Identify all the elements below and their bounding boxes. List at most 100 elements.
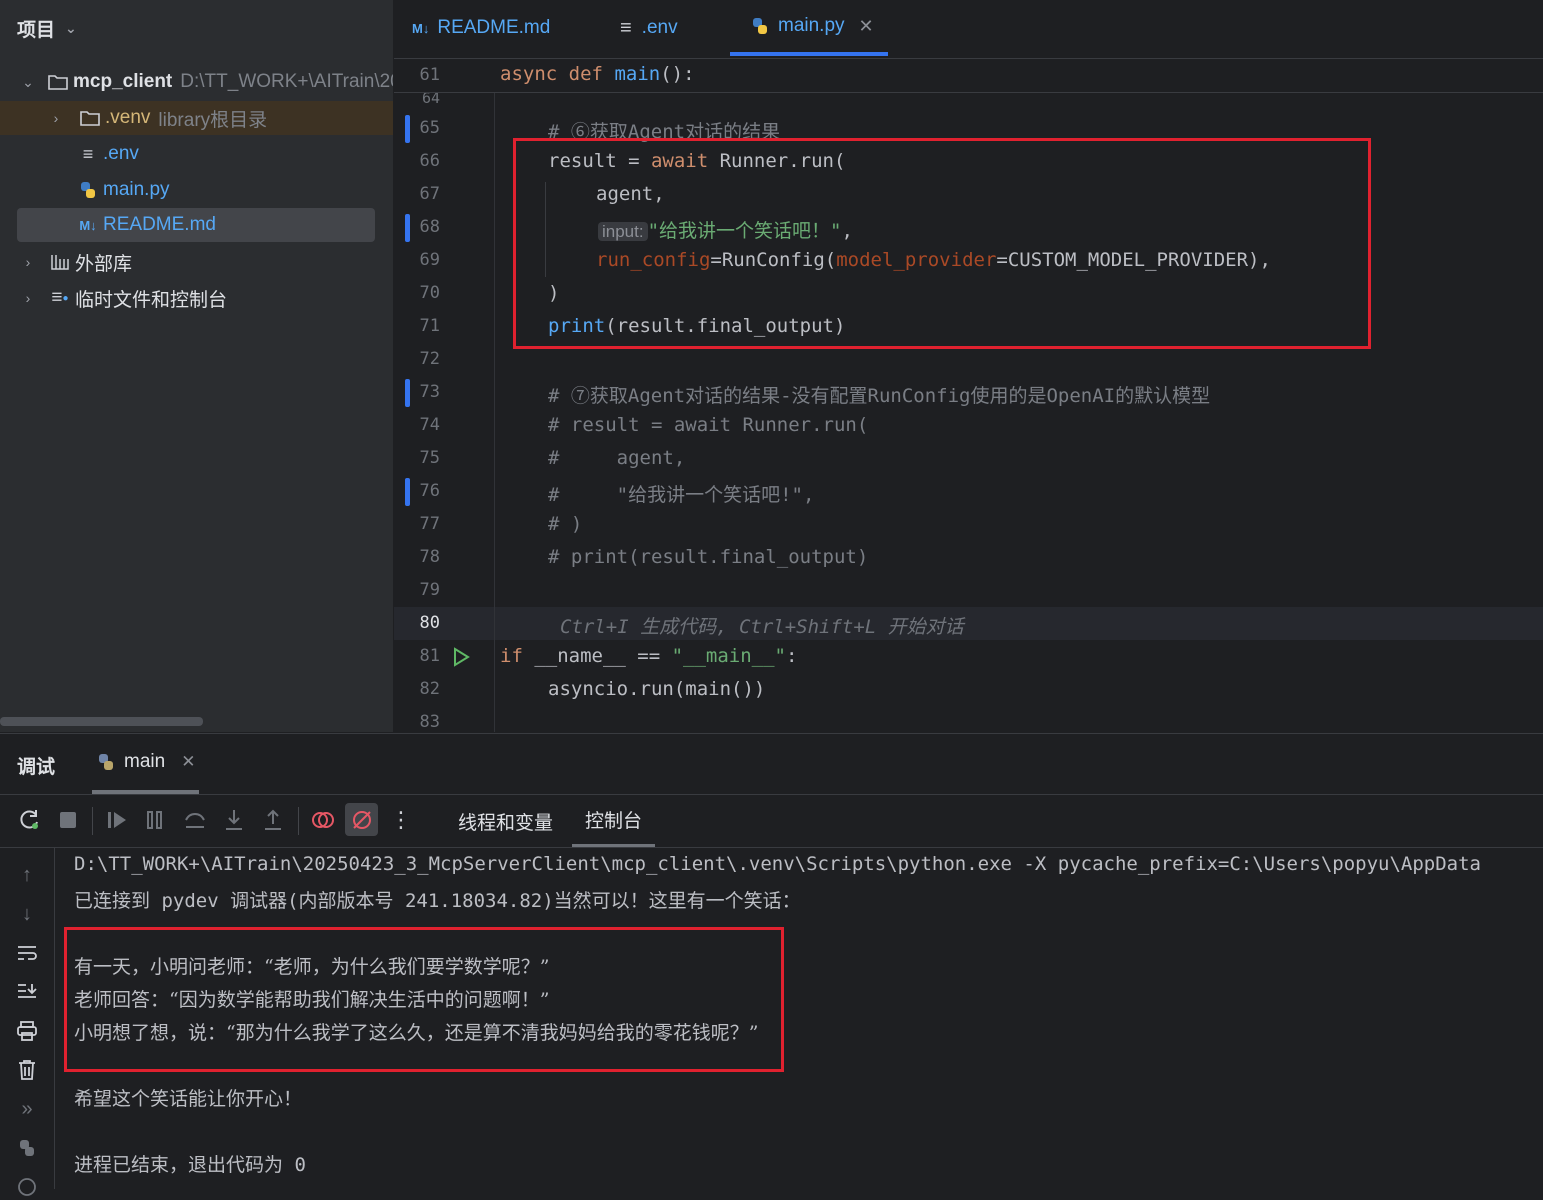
debug-toolbar: ⋮ 线程和变量 控制台 <box>0 795 1543 848</box>
console-line: 希望这个笑话能让你开心！ <box>74 1088 303 1110</box>
tree-item-readme[interactable]: M↓ README.md <box>17 208 375 242</box>
change-marker <box>405 214 410 242</box>
readme-file-name: README.md <box>103 214 216 235</box>
line-number: 78 <box>419 547 440 567</box>
chevron-down-icon: ⌄ <box>65 19 77 36</box>
chevron-right-icon: › <box>25 290 31 306</box>
print-icon[interactable] <box>14 1018 40 1044</box>
arrow-up-icon[interactable]: ↑ <box>14 862 40 888</box>
line-number: 76 <box>419 481 440 501</box>
line-number: 77 <box>419 514 440 534</box>
run-gutter-icon[interactable] <box>451 647 471 672</box>
tree-item-external-libraries[interactable]: › 外部库 <box>0 245 393 279</box>
tree-item-root[interactable]: ⌄ mcp_client D:\TT_WORK+\AITrain\20 <box>0 65 394 99</box>
change-marker <box>405 379 410 407</box>
console-line: 已连接到 pydev 调试器(内部版本号 241.18034.82)当然可以！这… <box>74 890 801 912</box>
code-line: # "给我讲一个笑话吧!", <box>548 484 815 506</box>
more-options-icon[interactable]: ⋮ <box>386 805 416 835</box>
line-number: 83 <box>419 712 440 732</box>
line-number: 65 <box>419 118 440 138</box>
soft-wrap-icon[interactable] <box>14 940 40 966</box>
mute-breakpoints-icon[interactable] <box>345 803 378 836</box>
code-line: # ) <box>548 513 583 535</box>
python-icon <box>750 16 770 36</box>
debug-panel: 调试 main ✕ ⋮ 线程和变量 控制台 ↑ ↓ » D:\TT_WORK+\… <box>0 733 1543 1196</box>
sidebar-scrollbar[interactable] <box>0 717 203 726</box>
pause-icon[interactable] <box>140 805 170 835</box>
tab-threads-variables[interactable]: 线程和变量 <box>458 795 553 847</box>
tab-readme[interactable]: M↓ README.md <box>412 0 550 56</box>
step-out-icon[interactable] <box>258 805 288 835</box>
tree-item-env[interactable]: ≡ .env <box>0 137 393 171</box>
line-number: 81 <box>419 646 440 666</box>
close-icon[interactable]: ✕ <box>181 752 195 772</box>
main-py-file-name: main.py <box>103 179 170 200</box>
tab-env-label: .env <box>641 17 678 38</box>
project-panel-header[interactable]: 项目 ⌄ <box>17 14 77 42</box>
resume-icon[interactable] <box>102 805 132 835</box>
root-folder-path: D:\TT_WORK+\AITrain\20 <box>180 71 394 92</box>
python-icon <box>76 180 100 200</box>
code-line: if __name__ == "__main__": <box>500 645 798 667</box>
code-line: asyncio.run(main()) <box>548 678 766 700</box>
scratches-label: 临时文件和控制台 <box>75 289 228 311</box>
tab-readme-label: README.md <box>437 17 551 38</box>
tree-item-venv[interactable]: › .venv library根目录 <box>0 101 393 135</box>
line-number: 75 <box>419 448 440 468</box>
line-number: 79 <box>419 580 440 600</box>
step-over-icon[interactable] <box>180 805 210 835</box>
root-folder-name: mcp_client <box>73 71 173 92</box>
step-into-icon[interactable] <box>219 805 249 835</box>
editor-tab-bar: M↓ README.md ≡ .env main.py ✕ <box>394 0 1543 59</box>
chevron-right-icon: › <box>53 110 59 126</box>
code-line: # result = await Runner.run( <box>548 414 869 436</box>
line-number: 74 <box>419 415 440 435</box>
external-libraries-label: 外部库 <box>75 253 133 275</box>
line-number: 67 <box>419 184 440 204</box>
arrow-down-icon[interactable]: ↓ <box>14 901 40 927</box>
tab-env[interactable]: ≡ .env <box>620 0 678 56</box>
text-file-icon: ≡ <box>620 16 632 39</box>
sticky-header[interactable]: 61 async def main(): <box>394 59 1543 93</box>
close-icon[interactable]: ✕ <box>859 16 874 37</box>
line-number: 70 <box>419 283 440 303</box>
ai-hint-line: Ctrl+I 生成代码, Ctrl+Shift+L 开始对话 <box>560 616 964 638</box>
rerun-icon[interactable] <box>15 805 45 835</box>
sticky-code: async def main(): <box>500 63 695 85</box>
line-number: 72 <box>419 349 440 369</box>
change-marker <box>405 115 410 143</box>
line-number: 73 <box>419 382 440 402</box>
line-number: 68 <box>419 217 440 237</box>
project-panel: 项目 ⌄ ⌄ mcp_client D:\TT_WORK+\AITrain\20… <box>0 0 394 732</box>
line-number: 69 <box>419 250 440 270</box>
more-tools-icon[interactable]: » <box>14 1096 40 1122</box>
python-console-icon[interactable] <box>14 1135 40 1161</box>
tab-main-py-label: main.py <box>778 15 845 36</box>
tree-item-main-py[interactable]: main.py <box>0 173 393 207</box>
stop-icon[interactable] <box>53 805 83 835</box>
tree-item-scratches[interactable]: › ≡ ● 临时文件和控制台 <box>0 281 393 315</box>
line-number: 61 <box>419 65 440 85</box>
line-number: 82 <box>419 679 440 699</box>
env-file-name: .env <box>103 143 139 164</box>
project-panel-title: 项目 <box>17 19 56 41</box>
debug-panel-title: 调试 <box>17 757 56 778</box>
trash-icon[interactable] <box>14 1057 40 1083</box>
folder-icon <box>78 110 102 126</box>
line-number: 66 <box>419 151 440 171</box>
scroll-to-end-icon[interactable] <box>14 979 40 1005</box>
chevron-down-icon: ⌄ <box>22 73 34 90</box>
line-number: 71 <box>419 316 440 336</box>
debug-session-tab[interactable]: main ✕ <box>92 734 200 794</box>
folder-icon <box>46 74 70 90</box>
venv-folder-name: .venv <box>105 107 151 128</box>
view-breakpoints-icon[interactable] <box>308 805 338 835</box>
gutter-divider <box>494 92 495 732</box>
tab-main-py[interactable]: main.py ✕ <box>730 0 888 56</box>
chevron-right-icon: › <box>25 254 31 270</box>
code-editor[interactable]: 64 65 66 67 68 69 70 71 72 73 74 75 76 7… <box>394 59 1543 732</box>
clock-icon[interactable] <box>14 1174 40 1200</box>
code-line: # agent, <box>548 447 686 469</box>
change-marker <box>405 478 410 506</box>
tab-console[interactable]: 控制台 <box>572 795 656 847</box>
